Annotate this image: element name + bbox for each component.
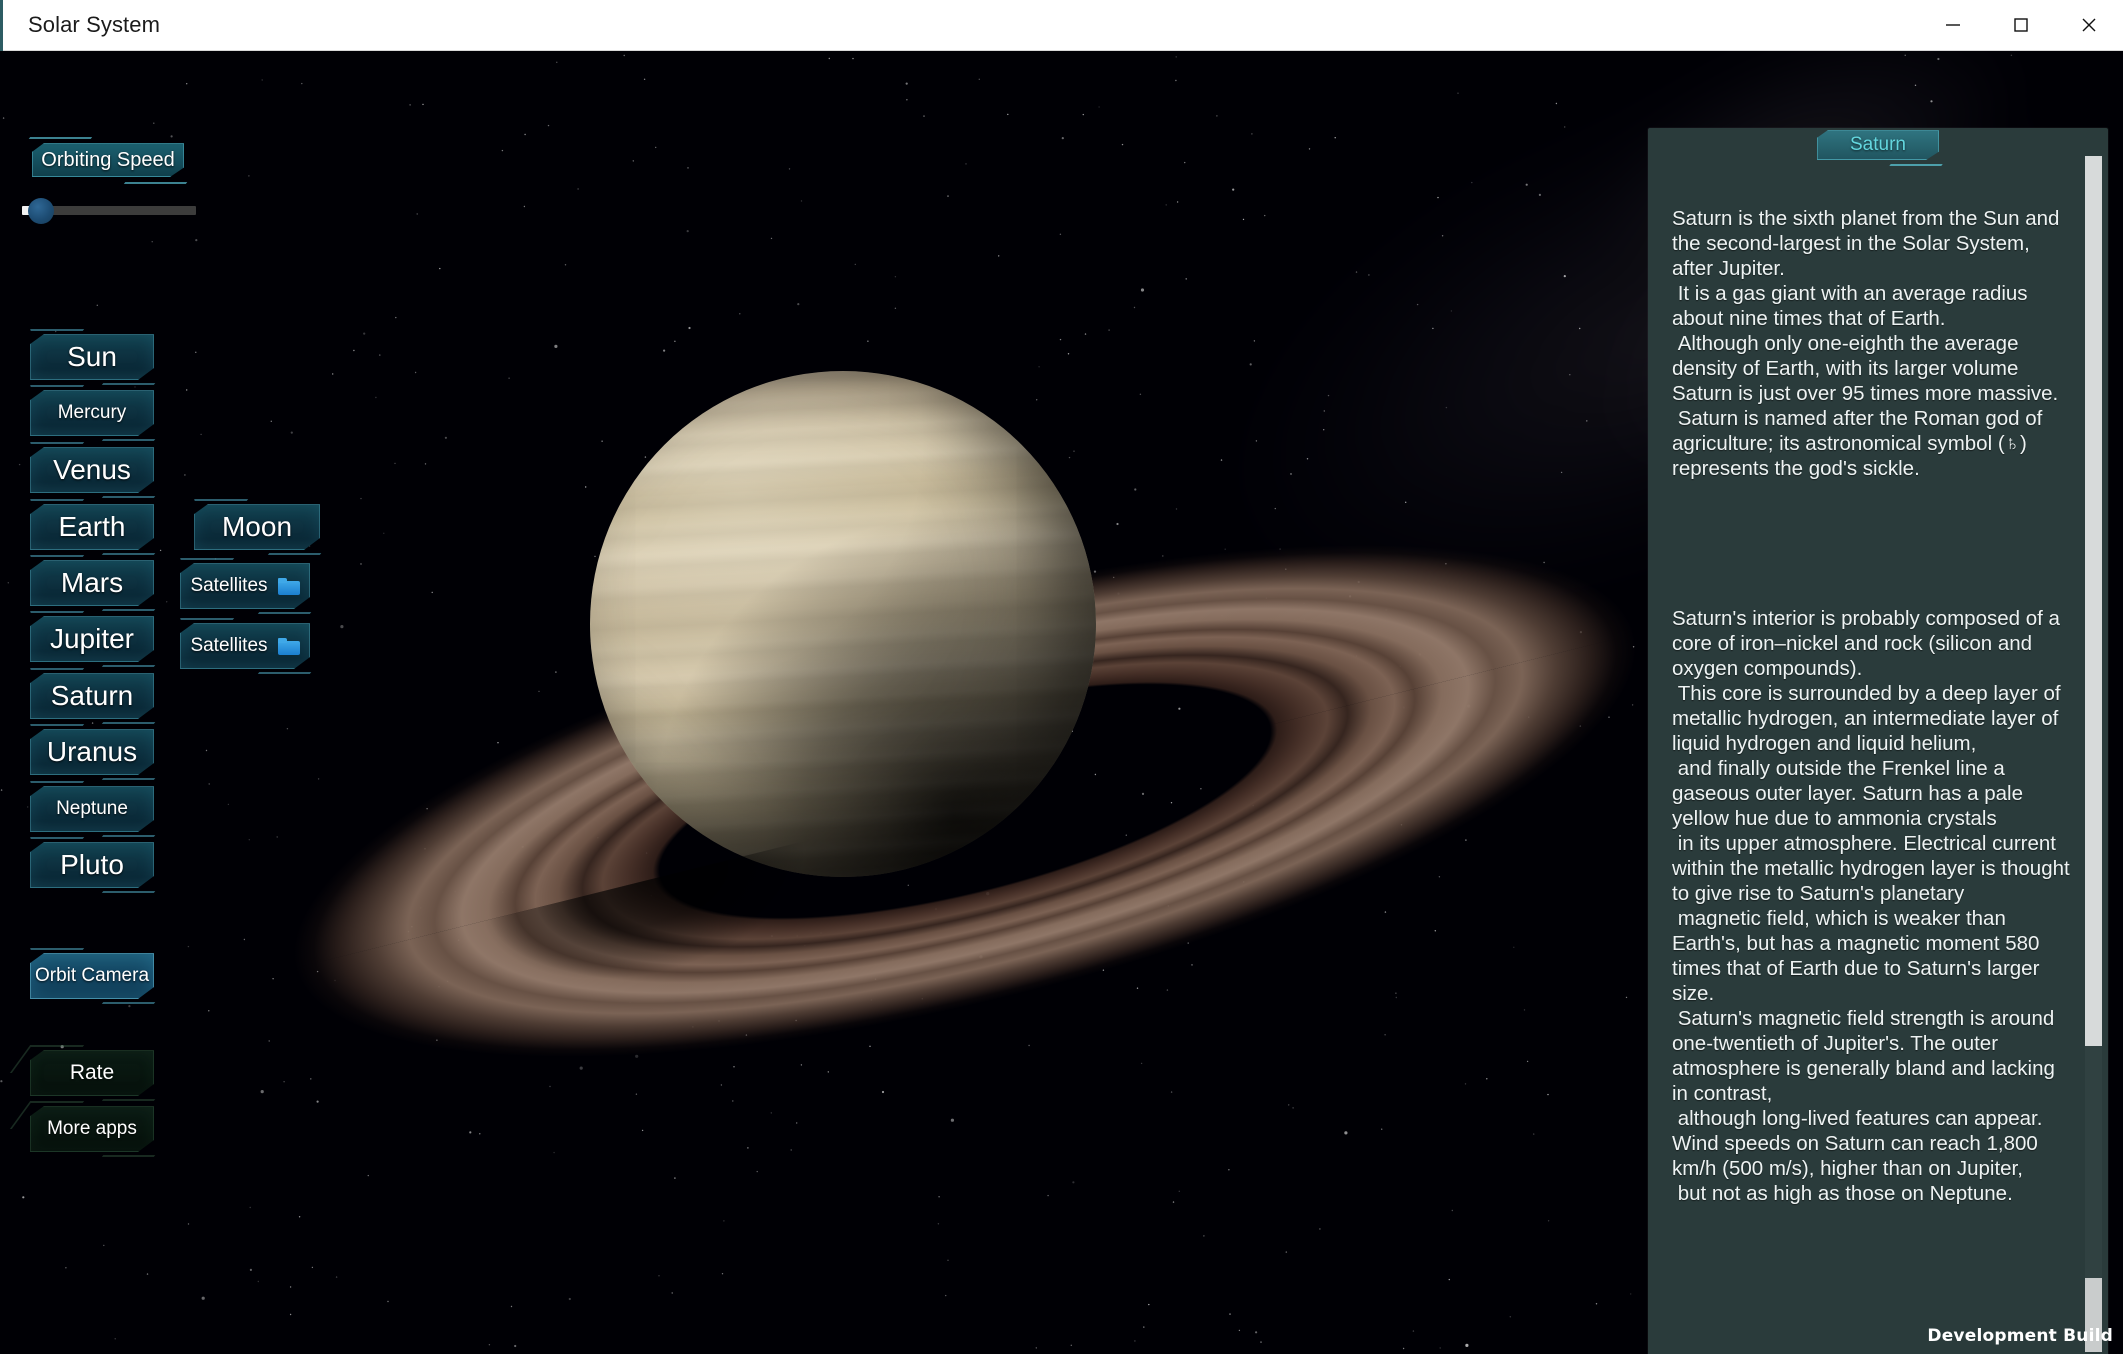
- planet-button-sun-wrap: Sun: [30, 334, 154, 380]
- planet-button-mars-wrap: Mars: [30, 560, 154, 606]
- satellites-button-2-wrap: Satellites: [180, 623, 310, 669]
- maximize-button[interactable]: [1987, 0, 2055, 51]
- orbit-camera-button-wrap: Orbit Camera: [30, 953, 154, 999]
- satellites-button-2[interactable]: Satellites: [180, 623, 310, 669]
- minimize-icon: [1942, 14, 1964, 36]
- info-panel-body: Saturn is the sixth planet from the Sun …: [1672, 156, 2072, 1334]
- planet-button-label: Sun: [67, 341, 117, 373]
- planet-button-neptune[interactable]: Neptune: [30, 786, 154, 832]
- minimize-button[interactable]: [1919, 0, 1987, 51]
- moon-button[interactable]: Moon: [194, 504, 320, 550]
- planet-button-label: Mars: [61, 567, 123, 599]
- planet-button-label: Earth: [59, 511, 126, 543]
- rate-button[interactable]: Rate: [30, 1050, 154, 1096]
- planet-button-uranus[interactable]: Uranus: [30, 729, 154, 775]
- rate-button-wrap: Rate: [30, 1050, 154, 1096]
- planet-button-sun[interactable]: Sun: [30, 334, 154, 380]
- planet-button-label: Uranus: [47, 736, 137, 768]
- info-paragraph-2: Saturn's interior is probably composed o…: [1672, 606, 2072, 1206]
- planet-button-venus[interactable]: Venus: [30, 447, 154, 493]
- planet-button-earth-wrap: Earth: [30, 504, 154, 550]
- planet-button-saturn[interactable]: Saturn: [30, 673, 154, 719]
- planet-button-mercury-wrap: Mercury: [30, 390, 154, 436]
- orbit-camera-button[interactable]: Orbit Camera: [30, 953, 154, 999]
- satellites-button-label: Satellites: [190, 575, 267, 597]
- planet-button-label: Pluto: [60, 849, 124, 881]
- planet-button-saturn-wrap: Saturn: [30, 673, 154, 719]
- orbiting-speed-label: Orbiting Speed: [32, 143, 184, 177]
- planet-button-label: Jupiter: [50, 623, 134, 655]
- window-title: Solar System: [28, 12, 160, 38]
- planet-button-mars[interactable]: Mars: [30, 560, 154, 606]
- folder-icon: [278, 578, 300, 595]
- info-paragraph-1: Saturn is the sixth planet from the Sun …: [1672, 206, 2072, 481]
- info-panel-scrollbar-thumb[interactable]: [2085, 156, 2102, 1046]
- planet-button-jupiter-wrap: Jupiter: [30, 616, 154, 662]
- maximize-icon: [2010, 14, 2032, 36]
- folder-icon: [278, 638, 300, 655]
- more-apps-button[interactable]: More apps: [30, 1106, 154, 1152]
- planet-button-uranus-wrap: Uranus: [30, 729, 154, 775]
- orbiting-speed-slider[interactable]: [22, 199, 196, 221]
- window-title-bar: Solar System: [0, 0, 2123, 51]
- left-hud-panel: Orbiting Speed Sun Mercury Venus Earth: [0, 51, 330, 1354]
- planet-button-pluto-wrap: Pluto: [30, 842, 154, 888]
- window-controls: [1919, 0, 2123, 51]
- orbiting-speed-label-plate: Orbiting Speed: [32, 143, 184, 177]
- paragraph-spacer: [1672, 531, 2072, 556]
- solar-system-3d-viewport[interactable]: Orbiting Speed Sun Mercury Venus Earth: [0, 51, 2123, 1354]
- title-bar-accent-stripe: [0, 0, 3, 51]
- more-apps-label: More apps: [47, 1118, 137, 1140]
- planet-info-panel: Saturn Saturn is the sixth planet from t…: [1648, 128, 2108, 1354]
- planet-button-label: Saturn: [51, 680, 134, 712]
- close-button[interactable]: [2055, 0, 2123, 51]
- planet-button-pluto[interactable]: Pluto: [30, 842, 154, 888]
- satellites-button-1-wrap: Satellites: [180, 563, 310, 609]
- more-apps-button-wrap: More apps: [30, 1106, 154, 1152]
- planet-button-neptune-wrap: Neptune: [30, 786, 154, 832]
- saturn-planet-render: [260, 351, 1670, 1251]
- rate-label: Rate: [70, 1061, 114, 1085]
- planet-button-label: Mercury: [58, 402, 127, 424]
- orbit-camera-label: Orbit Camera: [35, 965, 149, 987]
- slider-handle[interactable]: [28, 198, 54, 224]
- moon-button-label: Moon: [222, 511, 292, 543]
- moon-button-wrap: Moon: [194, 504, 320, 550]
- development-build-watermark: Development Build: [1927, 1326, 2113, 1346]
- satellites-button-label: Satellites: [190, 635, 267, 657]
- planet-button-label: Neptune: [56, 798, 128, 820]
- planet-button-jupiter[interactable]: Jupiter: [30, 616, 154, 662]
- satellites-button-1[interactable]: Satellites: [180, 563, 310, 609]
- planet-button-earth[interactable]: Earth: [30, 504, 154, 550]
- planet-button-label: Venus: [53, 454, 131, 486]
- close-icon: [2078, 14, 2100, 36]
- planet-button-mercury[interactable]: Mercury: [30, 390, 154, 436]
- planet-button-venus-wrap: Venus: [30, 447, 154, 493]
